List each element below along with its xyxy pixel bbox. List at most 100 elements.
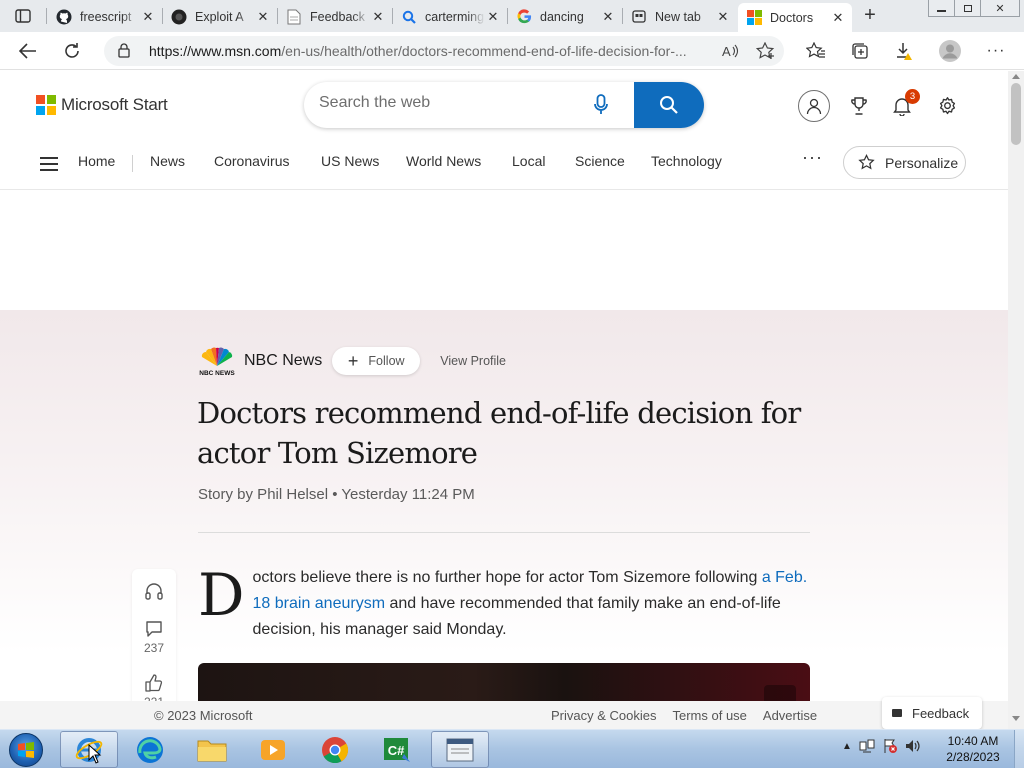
collections-button[interactable]	[846, 37, 874, 65]
headphones-icon[interactable]	[144, 581, 164, 601]
nav-science[interactable]: Science	[575, 153, 625, 169]
close-tab-icon[interactable]: ✕	[485, 9, 501, 25]
svg-text:C#: C#	[388, 743, 405, 758]
tab-1[interactable]: Exploit A ✕	[163, 3, 277, 30]
close-tab-icon[interactable]: ✕	[140, 9, 156, 25]
microsoft-start-logo[interactable]: Microsoft Start	[36, 95, 168, 115]
privacy-link[interactable]: Privacy & Cookies	[551, 708, 656, 723]
lock-icon[interactable]	[118, 43, 130, 58]
taskbar-window[interactable]	[431, 731, 489, 768]
msn-category-nav: Home News Coronavirus US News World News…	[0, 141, 1008, 190]
newtab-icon	[631, 9, 647, 25]
article-video-player[interactable]	[198, 663, 810, 705]
folder-icon	[197, 740, 227, 761]
close-tab-icon[interactable]: ✕	[600, 9, 616, 25]
drop-cap: D	[198, 561, 245, 629]
scroll-up-icon[interactable]	[1012, 74, 1020, 79]
refresh-button[interactable]	[58, 37, 86, 65]
minimize-button[interactable]	[928, 0, 955, 17]
google-icon	[516, 9, 532, 25]
volume-icon[interactable]	[905, 738, 921, 754]
article-action-rail: 237 221	[132, 569, 176, 709]
show-desktop-button[interactable]	[1014, 730, 1024, 768]
search-input[interactable]	[319, 94, 589, 112]
browser-toolbar: https://www.msn.com/en-us/health/other/d…	[0, 32, 1024, 70]
tab-5[interactable]: New tab ✕	[623, 3, 737, 30]
tab-6-active[interactable]: Doctors ✕	[738, 3, 852, 32]
window-controls: ✕	[928, 0, 1020, 17]
like-thumb-icon[interactable]	[144, 673, 164, 693]
taskbar-csharp-app[interactable]: C#	[368, 731, 426, 768]
network-icon[interactable]	[859, 738, 875, 754]
url-text[interactable]: https://www.msn.com/en-us/health/other/d…	[149, 43, 714, 59]
settings-button[interactable]	[931, 90, 963, 122]
microphone-icon[interactable]	[594, 94, 608, 121]
tray-expand-icon[interactable]: ▲	[842, 741, 852, 752]
settings-more-button[interactable]: ···	[982, 37, 1010, 65]
rewards-button[interactable]	[843, 90, 875, 122]
read-aloud-icon[interactable]: A	[721, 42, 739, 60]
publisher-name[interactable]: NBC News	[244, 352, 322, 370]
nav-us-news[interactable]: US News	[321, 153, 379, 169]
advertise-link[interactable]: Advertise	[763, 708, 817, 723]
close-tab-icon[interactable]: ✕	[715, 9, 731, 25]
document-icon	[286, 9, 302, 25]
more-horizontal-icon: ···	[986, 42, 1006, 59]
nav-world-news[interactable]: World News	[406, 153, 481, 169]
search-button[interactable]	[634, 82, 704, 128]
feedback-button[interactable]: Feedback	[882, 697, 982, 729]
comment-icon[interactable]	[144, 619, 164, 639]
view-profile-link[interactable]: View Profile	[440, 354, 506, 368]
article-headline: Doctors recommend end-of-life decision f…	[197, 396, 801, 470]
address-bar[interactable]: https://www.msn.com/en-us/health/other/d…	[104, 36, 784, 66]
nav-technology[interactable]: Technology	[651, 153, 722, 169]
tab-actions-button[interactable]	[6, 5, 40, 27]
taskbar-clock[interactable]: 10:40 AM 2/28/2023	[938, 733, 1008, 765]
close-window-button[interactable]: ✕	[980, 0, 1020, 17]
add-favorite-icon[interactable]	[756, 42, 776, 60]
start-button[interactable]	[6, 731, 46, 768]
terms-link[interactable]: Terms of use	[672, 708, 746, 723]
nav-home[interactable]: Home	[78, 153, 115, 169]
back-button[interactable]	[14, 37, 42, 65]
follow-button[interactable]: + Follow	[332, 347, 421, 375]
tab-3[interactable]: carterming ✕	[393, 3, 507, 30]
more-nav-button[interactable]: ···	[802, 147, 823, 168]
new-tab-button[interactable]: +	[858, 5, 882, 27]
taskbar-edge[interactable]	[121, 731, 179, 768]
taskbar-file-explorer[interactable]	[183, 731, 241, 768]
nav-local[interactable]: Local	[512, 153, 545, 169]
downloads-button[interactable]	[890, 37, 918, 65]
tab-2[interactable]: Feedback ✕	[278, 3, 392, 30]
chrome-icon	[322, 736, 349, 763]
feedback-icon	[892, 709, 902, 717]
close-tab-icon[interactable]: ✕	[255, 9, 271, 25]
nbc-peacock-logo-icon[interactable]: NBC NEWS	[198, 346, 236, 377]
scroll-down-icon[interactable]	[1012, 716, 1020, 721]
scrollbar-thumb[interactable]	[1011, 83, 1021, 145]
refresh-icon	[65, 43, 79, 58]
close-tab-icon[interactable]: ✕	[830, 10, 846, 26]
restore-button[interactable]	[954, 0, 981, 17]
back-arrow-icon	[19, 43, 36, 59]
collections-icon	[852, 43, 868, 59]
exploit-icon	[171, 9, 187, 25]
tab-0[interactable]: freescript ✕	[48, 3, 162, 30]
page-scrollbar[interactable]	[1008, 71, 1024, 729]
nav-news[interactable]: News	[150, 153, 185, 169]
taskbar-media-player[interactable]	[244, 731, 302, 768]
hamburger-menu-icon[interactable]	[40, 157, 58, 171]
article-body: Doctors believe there is no further hope…	[198, 565, 810, 643]
tab-4[interactable]: dancing ✕	[508, 3, 622, 30]
personalize-star-icon	[858, 154, 875, 170]
microsoft-logo-icon	[36, 95, 56, 115]
search-icon	[401, 9, 417, 25]
nav-coronavirus[interactable]: Coronavirus	[214, 153, 289, 169]
sign-in-button[interactable]	[798, 90, 830, 122]
favorites-button[interactable]	[802, 37, 830, 65]
close-tab-icon[interactable]: ✕	[370, 9, 386, 25]
action-center-flag-icon[interactable]	[882, 738, 898, 754]
taskbar-chrome[interactable]	[306, 731, 364, 768]
personalize-button[interactable]: Personalize	[843, 146, 966, 179]
profile-button[interactable]	[936, 37, 964, 65]
